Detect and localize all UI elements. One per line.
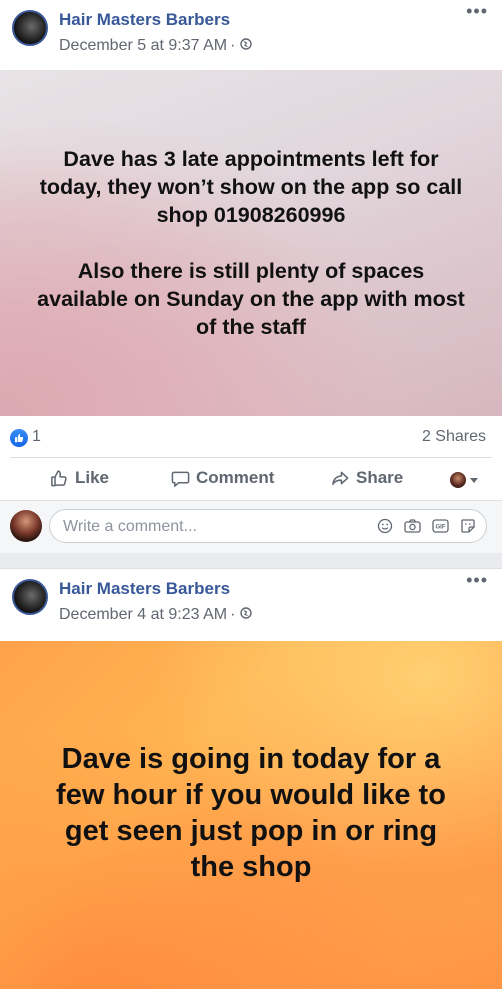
post-banner: Dave has 3 late appointments left for to…	[0, 70, 502, 416]
meta-separator: ·	[230, 606, 236, 624]
user-avatar	[450, 472, 466, 488]
user-avatar[interactable]	[10, 510, 42, 542]
share-label: Share	[356, 468, 404, 487]
globe-icon[interactable]	[240, 37, 253, 55]
post-author[interactable]: Hair Masters Barbers	[59, 10, 230, 30]
sticker-icon[interactable]	[460, 518, 476, 539]
post-card-2: Hair Masters Barbers December 4 at 9:23 …	[0, 568, 502, 989]
banner-paragraph: Also there is still plenty of spaces ava…	[37, 259, 465, 339]
like-label: Like	[75, 468, 110, 487]
page-avatar[interactable]	[12, 579, 48, 615]
post-author[interactable]: Hair Masters Barbers	[59, 579, 230, 599]
post-meta: December 4 at 9:23 AM ·	[59, 606, 253, 624]
like-button[interactable]: Like	[50, 468, 109, 488]
audience-selector[interactable]	[450, 472, 478, 488]
comment-button[interactable]: Comment	[171, 468, 274, 488]
chevron-down-icon	[470, 477, 478, 483]
comment-label: Comment	[196, 468, 275, 487]
reactions-count[interactable]: 1	[32, 428, 41, 446]
banner-paragraph: Dave has 3 late appointments left for to…	[39, 147, 463, 227]
page-avatar[interactable]	[12, 10, 48, 46]
post-banner: Dave is going in today for a few hour if…	[0, 641, 502, 989]
banner-text: Dave has 3 late appointments left for to…	[30, 145, 472, 341]
post-timestamp[interactable]: December 4 at 9:23 AM	[59, 606, 227, 623]
post-stats: 1 2 Shares	[0, 416, 502, 458]
comment-icon	[171, 469, 190, 488]
post-timestamp[interactable]: December 5 at 9:37 AM	[59, 37, 227, 54]
globe-icon[interactable]	[240, 606, 253, 624]
share-button[interactable]: Share	[331, 468, 403, 488]
share-arrow-icon	[331, 469, 350, 488]
post-meta: December 5 at 9:37 AM ·	[59, 37, 253, 55]
more-icon[interactable]: •••	[466, 2, 488, 20]
meta-separator: ·	[230, 37, 236, 55]
post-card-1: Hair Masters Barbers December 5 at 9:37 …	[0, 0, 502, 553]
gif-icon[interactable]: GIF	[432, 518, 449, 539]
like-reaction-icon[interactable]	[10, 429, 28, 447]
emoji-icon[interactable]	[377, 518, 393, 539]
more-icon[interactable]: •••	[466, 571, 488, 589]
divider	[10, 457, 492, 458]
shares-count[interactable]: 2 Shares	[422, 428, 486, 446]
comment-input[interactable]: Write a comment... GIF	[49, 509, 487, 543]
comment-placeholder: Write a comment...	[63, 518, 197, 535]
post-header: Hair Masters Barbers December 4 at 9:23 …	[0, 569, 502, 639]
banner-text: Dave is going in today for a few hour if…	[56, 743, 446, 883]
thumbs-up-icon	[50, 469, 69, 488]
svg-text:GIF: GIF	[436, 525, 446, 531]
post-header: Hair Masters Barbers December 5 at 9:37 …	[0, 0, 502, 70]
comment-composer: Write a comment... GIF	[0, 500, 502, 553]
post-actions: Like Comment Share	[0, 460, 502, 500]
comment-attachments: GIF	[377, 518, 476, 539]
camera-icon[interactable]	[404, 518, 421, 539]
